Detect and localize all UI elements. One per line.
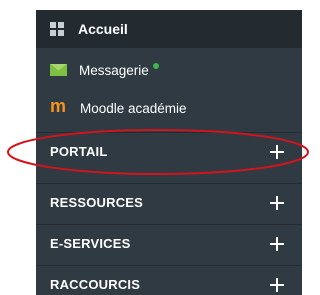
- expand-plus-icon[interactable]: [270, 277, 284, 292]
- screenshot-stage: Accueil Messagerie m Moodle académie POR…: [0, 0, 310, 295]
- sidebar-item-label: Messagerie: [79, 62, 149, 78]
- section-label: PORTAIL: [50, 144, 108, 159]
- mail-icon: [50, 64, 67, 76]
- section-label: RESSOURCES: [50, 195, 144, 210]
- sidebar-item-label: Moodle académie: [80, 100, 187, 116]
- online-status-dot: [152, 63, 159, 69]
- section-ressources[interactable]: RESSOURCES: [36, 183, 302, 221]
- sidebar-menu: Accueil Messagerie m Moodle académie POR…: [36, 10, 302, 295]
- sidebar-item-home[interactable]: Accueil: [36, 10, 302, 48]
- expand-plus-icon[interactable]: [270, 195, 284, 210]
- expand-plus-icon[interactable]: [270, 144, 284, 159]
- section-eservices[interactable]: E-SERVICES: [36, 224, 302, 262]
- grid-icon: [50, 22, 64, 36]
- moodle-icon: m: [50, 96, 67, 116]
- sidebar-item-messagerie[interactable]: Messagerie: [36, 55, 302, 85]
- sidebar-item-label: Accueil: [78, 21, 128, 37]
- section-label: E-SERVICES: [50, 236, 131, 251]
- sidebar-item-moodle[interactable]: m Moodle académie: [36, 93, 302, 123]
- section-portail[interactable]: PORTAIL: [36, 132, 302, 170]
- expand-plus-icon[interactable]: [270, 236, 284, 251]
- section-raccourcis[interactable]: RACCOURCIS: [36, 265, 302, 295]
- section-label: RACCOURCIS: [50, 277, 141, 292]
